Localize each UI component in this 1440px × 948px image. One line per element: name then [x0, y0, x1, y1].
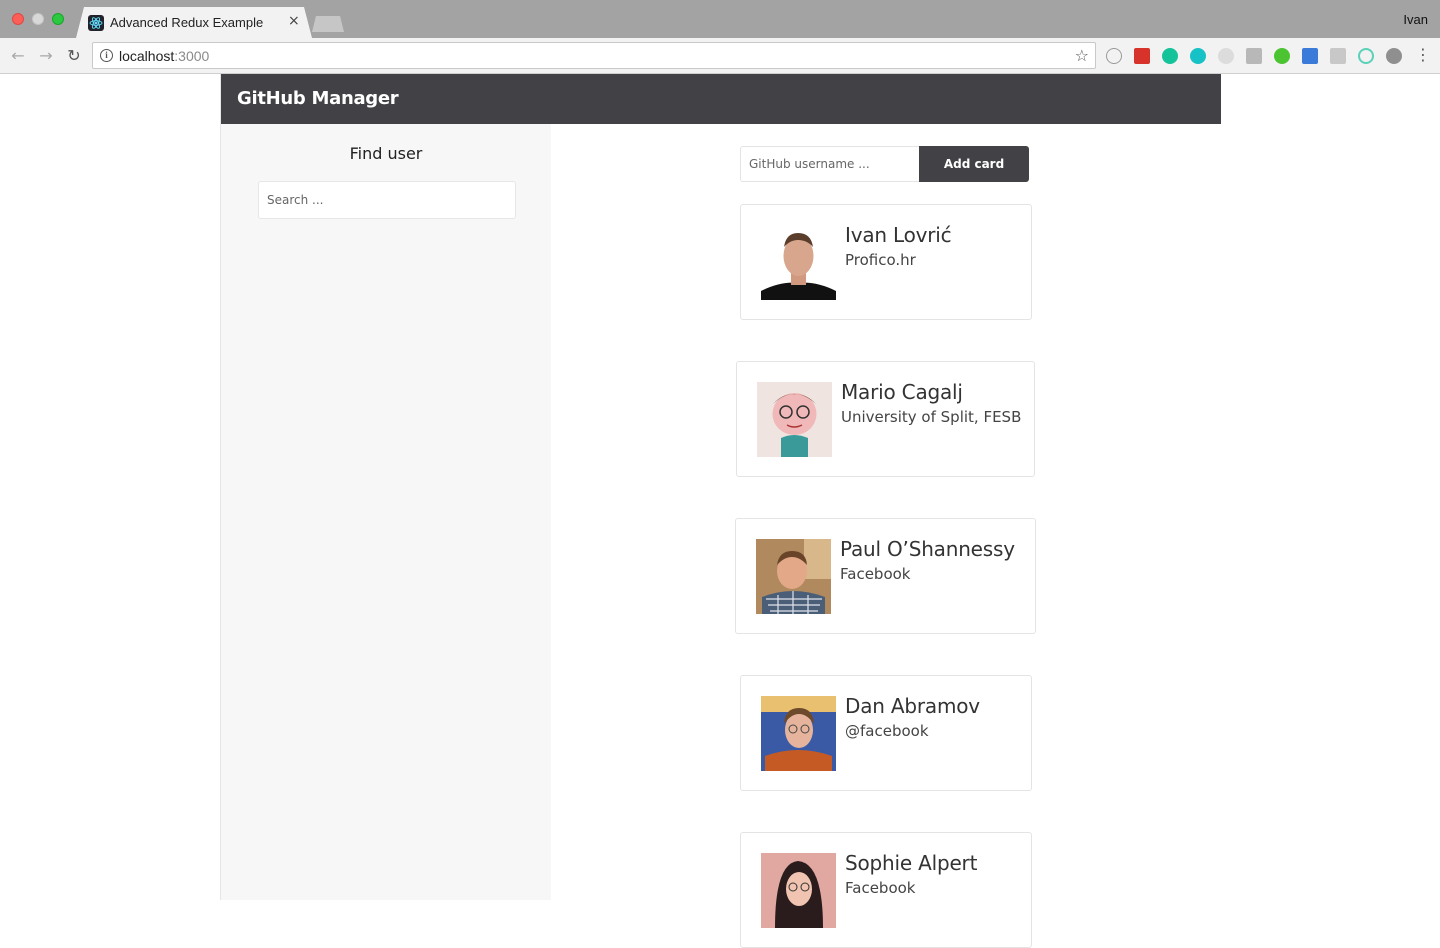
- react-icon: [88, 15, 104, 31]
- window-close-button[interactable]: [12, 13, 24, 25]
- extension-icon[interactable]: [1302, 48, 1318, 64]
- bookmark-star-icon[interactable]: ☆: [1075, 46, 1089, 65]
- app-title[interactable]: GitHub Manager: [237, 88, 399, 109]
- card-company: Profico.hr: [845, 251, 916, 269]
- url-text: localhost:3000: [119, 48, 210, 64]
- avatar: [756, 539, 831, 614]
- extension-icon[interactable]: [1106, 48, 1122, 64]
- card-company: @facebook: [845, 722, 929, 740]
- github-username-input[interactable]: [740, 146, 920, 182]
- card-company: Facebook: [840, 565, 911, 583]
- find-user-heading: Find user: [349, 144, 423, 163]
- search-input[interactable]: [258, 181, 516, 219]
- avatar: [761, 696, 836, 771]
- browser-menu-icon[interactable]: ⋮: [1415, 45, 1431, 64]
- main-content: Add card Ivan Lovrić Profico.hr: [551, 124, 1221, 948]
- address-bar[interactable]: i localhost:3000 ☆: [92, 42, 1096, 69]
- user-card[interactable]: Dan Abramov @facebook: [740, 675, 1032, 791]
- avatar: [761, 225, 836, 300]
- user-card[interactable]: Mario Cagalj University of Split, FESB: [736, 361, 1035, 477]
- info-icon[interactable]: i: [100, 49, 113, 62]
- card-company: Facebook: [845, 879, 916, 897]
- card-name: Ivan Lovrić: [845, 223, 952, 247]
- card-name: Dan Abramov: [845, 694, 980, 718]
- card-name: Paul O’Shannessy: [840, 537, 1015, 561]
- extension-icon[interactable]: [1190, 48, 1206, 64]
- new-tab-button[interactable]: [312, 16, 344, 32]
- extension-icon[interactable]: [1134, 48, 1150, 64]
- card-company: University of Split, FESB: [841, 408, 1022, 426]
- user-card[interactable]: Ivan Lovrić Profico.hr: [740, 204, 1032, 320]
- add-card-button[interactable]: Add card: [919, 146, 1029, 182]
- grammarly-extension-icon[interactable]: [1162, 48, 1178, 64]
- extension-icon[interactable]: [1218, 48, 1234, 64]
- add-card-form: Add card: [740, 146, 1030, 182]
- extension-icon[interactable]: [1274, 48, 1290, 64]
- sidebar: Find user: [221, 124, 551, 900]
- reload-icon[interactable]: ↻: [64, 46, 84, 66]
- code-extension-icon[interactable]: [1246, 48, 1262, 64]
- browser-toolbar: ← → ↻ i localhost:3000 ☆ ⋮: [0, 38, 1440, 74]
- avatar: [761, 853, 836, 928]
- user-card[interactable]: Sophie Alpert Facebook: [740, 832, 1032, 948]
- profile-name[interactable]: Ivan: [1403, 12, 1428, 27]
- window-minimize-button[interactable]: [32, 13, 44, 25]
- user-card[interactable]: Paul O’Shannessy Facebook: [735, 518, 1036, 634]
- app-header: GitHub Manager: [221, 74, 1221, 124]
- extension-icon[interactable]: [1330, 48, 1346, 64]
- card-name: Sophie Alpert: [845, 851, 978, 875]
- extension-icon[interactable]: [1358, 48, 1374, 64]
- tab-title: Advanced Redux Example: [110, 15, 264, 30]
- window-maximize-button[interactable]: [52, 13, 64, 25]
- browser-titlebar: Advanced Redux Example × Ivan: [0, 0, 1440, 38]
- back-arrow-icon[interactable]: ←: [8, 46, 28, 66]
- avatar: [757, 382, 832, 457]
- forward-arrow-icon[interactable]: →: [36, 46, 56, 66]
- browser-tab-active[interactable]: Advanced Redux Example ×: [76, 7, 312, 38]
- tab-close-icon[interactable]: ×: [288, 13, 300, 29]
- lightning-extension-icon[interactable]: [1386, 48, 1402, 64]
- card-name: Mario Cagalj: [841, 380, 963, 404]
- app-container: GitHub Manager Find user Add card Ivan L…: [220, 74, 1221, 948]
